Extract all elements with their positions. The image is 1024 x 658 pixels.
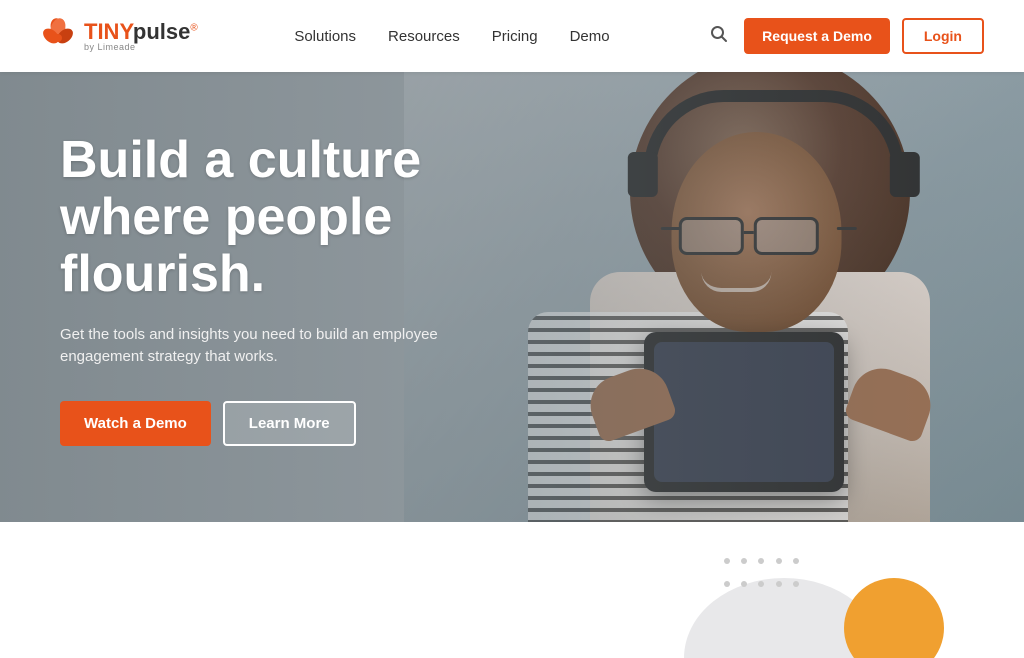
logo-sub: by Limeade xyxy=(84,43,198,52)
hero-section: Build a culture where people flourish. G… xyxy=(0,72,1024,522)
decorative-dots xyxy=(724,558,804,598)
site-header: TINYpulse® by Limeade Solutions Resource… xyxy=(0,0,1024,72)
main-nav: Solutions Resources Pricing Demo xyxy=(294,28,609,45)
logo-trademark: ® xyxy=(190,22,197,33)
learn-more-button[interactable]: Learn More xyxy=(223,401,356,446)
nav-item-solutions[interactable]: Solutions xyxy=(294,28,356,45)
watch-demo-button[interactable]: Watch a Demo xyxy=(60,401,211,446)
logo-text: TINYpulse® by Limeade xyxy=(84,21,198,52)
hero-subtext: Get the tools and insights you need to b… xyxy=(60,324,520,369)
request-demo-button[interactable]: Request a Demo xyxy=(744,18,890,54)
logo[interactable]: TINYpulse® by Limeade xyxy=(40,18,198,54)
nav-item-pricing[interactable]: Pricing xyxy=(492,28,538,45)
logo-icon xyxy=(40,18,76,54)
hero-content: Build a culture where people flourish. G… xyxy=(0,72,580,506)
below-hero-section xyxy=(0,522,1024,658)
search-button[interactable] xyxy=(706,21,732,52)
nav-actions: Request a Demo Login xyxy=(706,18,984,54)
hero-headline: Build a culture where people flourish. xyxy=(60,132,520,304)
login-button[interactable]: Login xyxy=(902,18,984,54)
search-icon xyxy=(710,25,728,43)
hero-buttons: Watch a Demo Learn More xyxy=(60,401,520,446)
logo-name: TINYpulse® xyxy=(84,21,198,43)
decorative-circle xyxy=(844,578,944,658)
logo-tiny: TINY xyxy=(84,19,133,44)
logo-pulse: pulse xyxy=(133,19,190,44)
nav-item-demo[interactable]: Demo xyxy=(570,28,610,45)
nav-item-resources[interactable]: Resources xyxy=(388,28,460,45)
